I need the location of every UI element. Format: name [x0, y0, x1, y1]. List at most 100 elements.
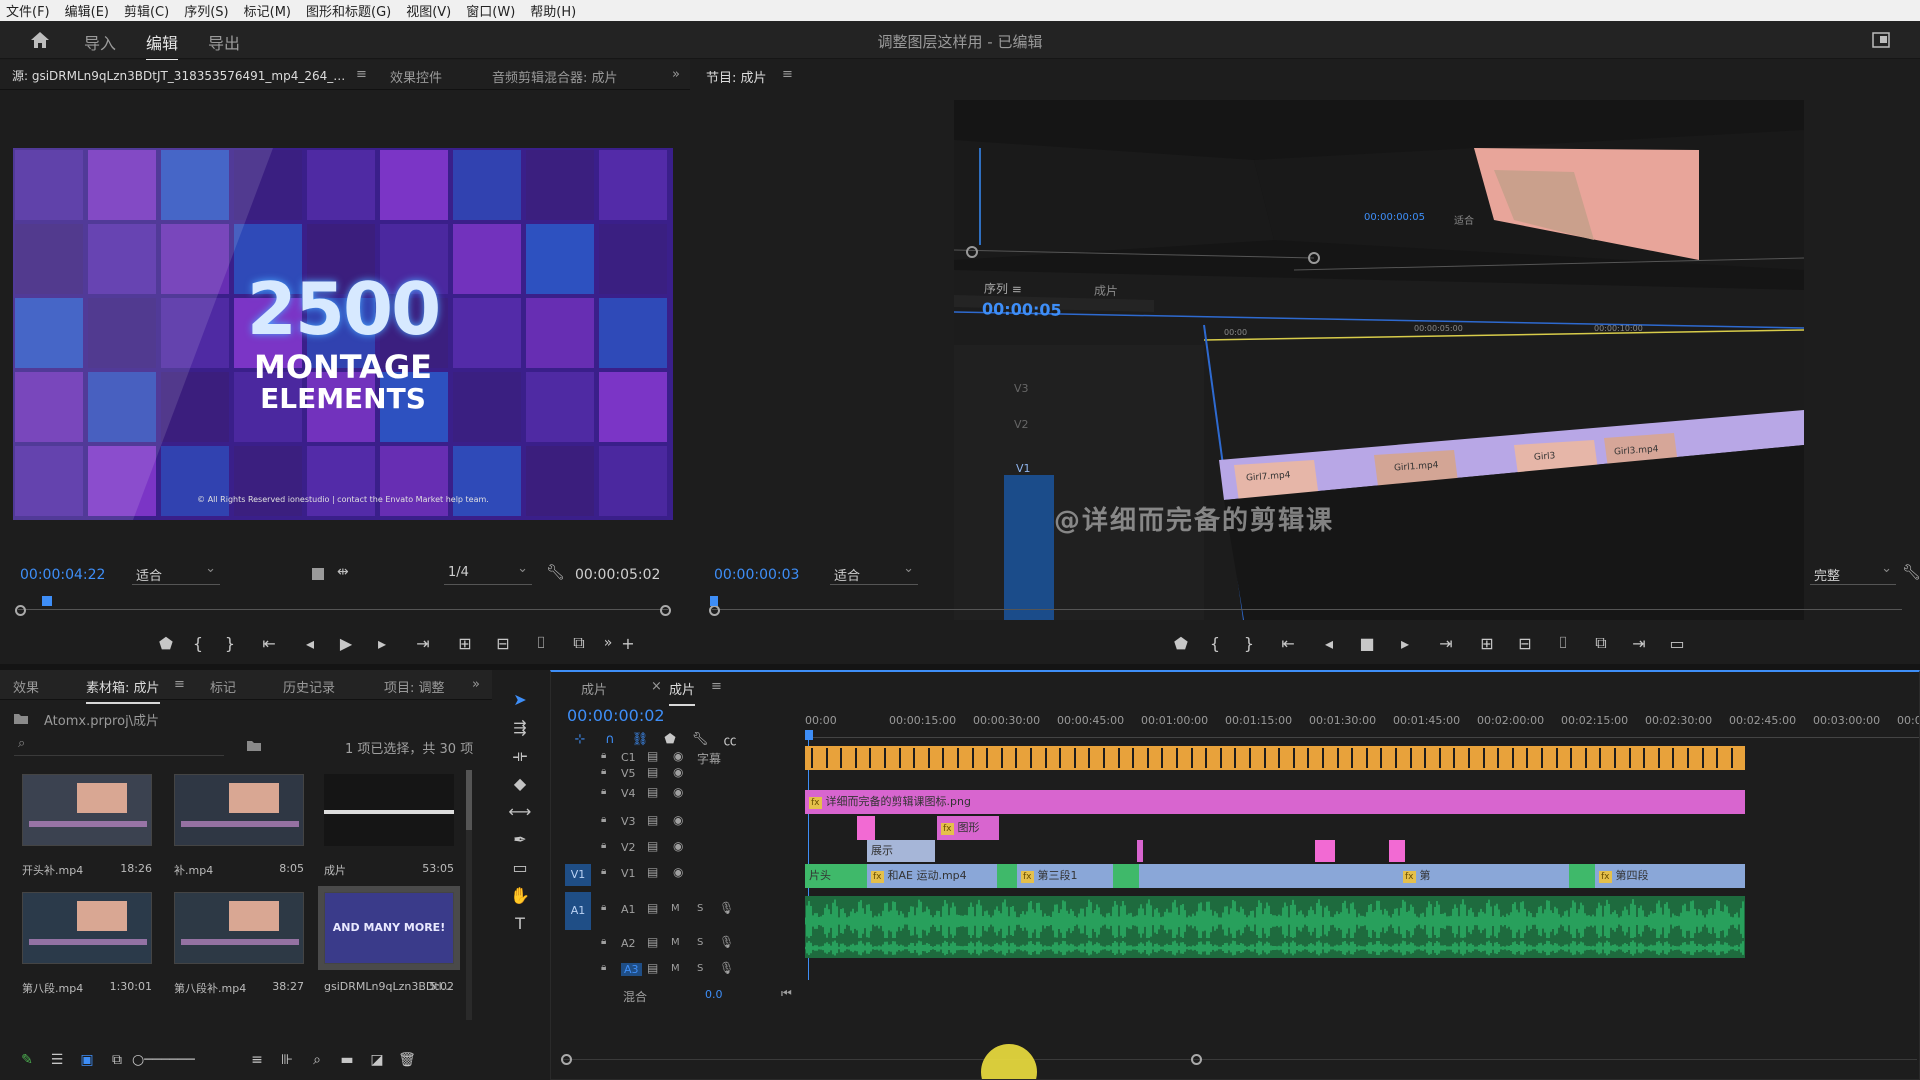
sync-lock-icon[interactable]: ▤: [647, 935, 658, 949]
sync-lock-icon[interactable]: ▤: [647, 961, 658, 975]
overwrite-icon[interactable]: ⊟: [484, 634, 522, 653]
voiceover-mic-icon[interactable]: 🎙︎: [719, 961, 734, 975]
clip-v1-2[interactable]: fx 第三段1: [1017, 864, 1113, 888]
mute-button[interactable]: M: [671, 937, 680, 948]
menu-graphics[interactable]: 图形和标题(G): [306, 1, 391, 20]
clip-v2-d[interactable]: [1389, 840, 1405, 862]
lock-icon[interactable]: 🔒︎: [601, 766, 606, 777]
clip-v1-3[interactable]: fx 第: [1399, 864, 1449, 888]
source-current-timecode[interactable]: 00:00:04:22: [20, 567, 105, 583]
sync-lock-icon[interactable]: ▤: [647, 765, 658, 779]
clip-v3-a[interactable]: [857, 816, 875, 840]
tab-program[interactable]: 节目: 成片: [706, 67, 767, 86]
mix-volume-value[interactable]: 0.0: [705, 988, 723, 1001]
quick-export-icon[interactable]: [1872, 32, 1890, 48]
eye-icon[interactable]: ◉: [673, 749, 683, 763]
program-fit-dropdown[interactable]: 适合: [830, 561, 918, 585]
track-id[interactable]: V2: [621, 841, 636, 854]
lock-icon[interactable]: 🔒︎: [601, 840, 606, 851]
extract-icon[interactable]: ⊟: [1506, 634, 1544, 653]
program-wrench-icon[interactable]: 🔧︎: [1902, 563, 1920, 581]
new-item-icon[interactable]: ◪: [362, 1052, 392, 1068]
clip-v1-1[interactable]: fx 和AE 运动.mp4: [867, 864, 997, 888]
trash-icon[interactable]: 🗑︎: [392, 1052, 422, 1068]
vr-icon[interactable]: ▭: [1658, 634, 1696, 653]
timeline-scrollbar[interactable]: [561, 1052, 1917, 1068]
clip-v2-a[interactable]: 展示: [867, 840, 935, 862]
more-controls-icon[interactable]: »: [598, 635, 618, 651]
lock-icon[interactable]: 🔒︎: [601, 936, 606, 947]
menu-file[interactable]: 文件(F): [6, 1, 50, 20]
solo-button[interactable]: S: [697, 937, 703, 948]
bin-item[interactable]: 第八段补.mp4 38:27: [174, 892, 304, 995]
track-header-a1[interactable]: A1 🔒︎ A1 ▤ M S 🎙︎: [551, 892, 805, 930]
track-header-a3[interactable]: 🔒︎ A3 ▤ M S 🎙︎: [551, 960, 805, 980]
list-view-icon[interactable]: ☰: [42, 1052, 72, 1068]
menu-edit[interactable]: 编辑(E): [65, 1, 109, 20]
program-mark-in-icon[interactable]: {: [1198, 634, 1232, 653]
track-header-a2[interactable]: 🔒︎ A2 ▤ M S 🎙︎: [551, 934, 805, 954]
voiceover-mic-icon[interactable]: 🎙︎: [719, 935, 734, 949]
lock-icon[interactable]: 🔒︎: [601, 866, 606, 877]
program-step-forward-icon[interactable]: ▸: [1386, 634, 1424, 653]
program-export-frame-icon[interactable]: ⌷: [1544, 633, 1582, 653]
program-add-marker-icon[interactable]: ⬟: [1164, 634, 1198, 653]
tab-audio-clip-mixer[interactable]: 音频剪辑混合器: 成片: [492, 67, 618, 86]
lock-icon[interactable]: 🔒︎: [601, 786, 606, 797]
lock-icon[interactable]: 🔒︎: [601, 902, 606, 913]
caption-track-clips[interactable]: [805, 746, 1745, 770]
find-icon[interactable]: ⌕: [302, 1052, 332, 1068]
track-select-tool-icon[interactable]: ⇶: [502, 718, 538, 737]
program-quality-dropdown[interactable]: 完整: [1810, 561, 1896, 585]
source-playhead[interactable]: [42, 596, 52, 606]
source-preview[interactable]: 2500 MONTAGE ELEMENTS © All Rights Reser…: [13, 148, 673, 520]
go-to-in-icon[interactable]: ⇤: [246, 634, 292, 653]
track-id[interactable]: V3: [621, 815, 636, 828]
button-editor-icon[interactable]: ⧉: [560, 633, 598, 653]
icon-view-icon[interactable]: ▣: [72, 1052, 102, 1068]
comparison-view-icon[interactable]: ⧉: [1582, 633, 1620, 653]
solo-button[interactable]: S: [697, 963, 703, 974]
razor-tool-icon[interactable]: ◆: [502, 774, 538, 793]
track-header-v1[interactable]: V1 🔒︎ V1 ▤ ◉: [551, 864, 805, 886]
freeform-view-icon[interactable]: ⧉: [102, 1052, 132, 1068]
bin-item[interactable]: 补.mp4 8:05: [174, 774, 304, 877]
pen-tool-icon[interactable]: ✒: [502, 830, 538, 849]
new-search-bin-icon[interactable]: [246, 738, 262, 752]
track-header-v4[interactable]: 🔒︎ V4 ▤ ◉: [551, 784, 805, 804]
track-id[interactable]: A1: [621, 903, 636, 916]
menu-view[interactable]: 视图(V): [406, 1, 451, 20]
audio-clip-a2[interactable]: [805, 938, 1745, 958]
tab-bin[interactable]: 素材箱: 成片: [86, 677, 160, 704]
clip-v2-b[interactable]: [1137, 840, 1143, 862]
menu-markers[interactable]: 标记(M): [244, 1, 291, 20]
automate-icon[interactable]: ⊪: [272, 1052, 302, 1068]
slip-tool-icon[interactable]: ⟷: [502, 802, 538, 821]
clip-v1-mid2[interactable]: [1449, 864, 1569, 888]
bin-menu-icon[interactable]: ≡: [174, 677, 185, 692]
mix-end-icon[interactable]: ⏮: [781, 986, 792, 1001]
go-to-out-icon[interactable]: ⇥: [400, 634, 446, 653]
sync-lock-icon[interactable]: ▤: [647, 813, 658, 827]
bin-item[interactable]: 成片 53:05: [324, 774, 454, 877]
bin-scrollbar[interactable]: [466, 770, 472, 1020]
tab-markers[interactable]: 标记: [210, 677, 236, 696]
menu-window[interactable]: 窗口(W): [466, 1, 515, 20]
track-id[interactable]: C1: [621, 751, 636, 764]
sync-lock-icon[interactable]: ▤: [647, 839, 658, 853]
add-marker-icon[interactable]: ⬟: [150, 634, 182, 653]
bin-item[interactable]: AND MANY MORE! gsiDRMLn9qLzn3BDtl... 5:02: [318, 886, 460, 993]
track-header-v2[interactable]: 🔒︎ V2 ▤ ◉: [551, 838, 805, 858]
new-bin-icon[interactable]: ▬: [332, 1052, 362, 1068]
type-tool-icon[interactable]: T: [502, 914, 538, 933]
clip-v1-4[interactable]: fx 第四段: [1595, 864, 1745, 888]
source-fit-dropdown[interactable]: 适合: [132, 561, 220, 585]
insert-edit-icon[interactable]: ⇹: [337, 564, 349, 580]
hand-tool-icon[interactable]: ✋: [502, 886, 538, 905]
wrench-icon[interactable]: 🔧︎: [546, 563, 565, 581]
menu-sequence[interactable]: 序列(S): [184, 1, 228, 20]
close-tab-icon[interactable]: ×: [651, 679, 662, 694]
time-ruler[interactable]: 00:00 00:00:15:00 00:00:30:00 00:00:45:00 00…: [805, 714, 1919, 734]
timeline-timecode[interactable]: 00:00:00:02: [567, 706, 665, 725]
program-go-to-in-icon[interactable]: ⇤: [1266, 634, 1310, 653]
